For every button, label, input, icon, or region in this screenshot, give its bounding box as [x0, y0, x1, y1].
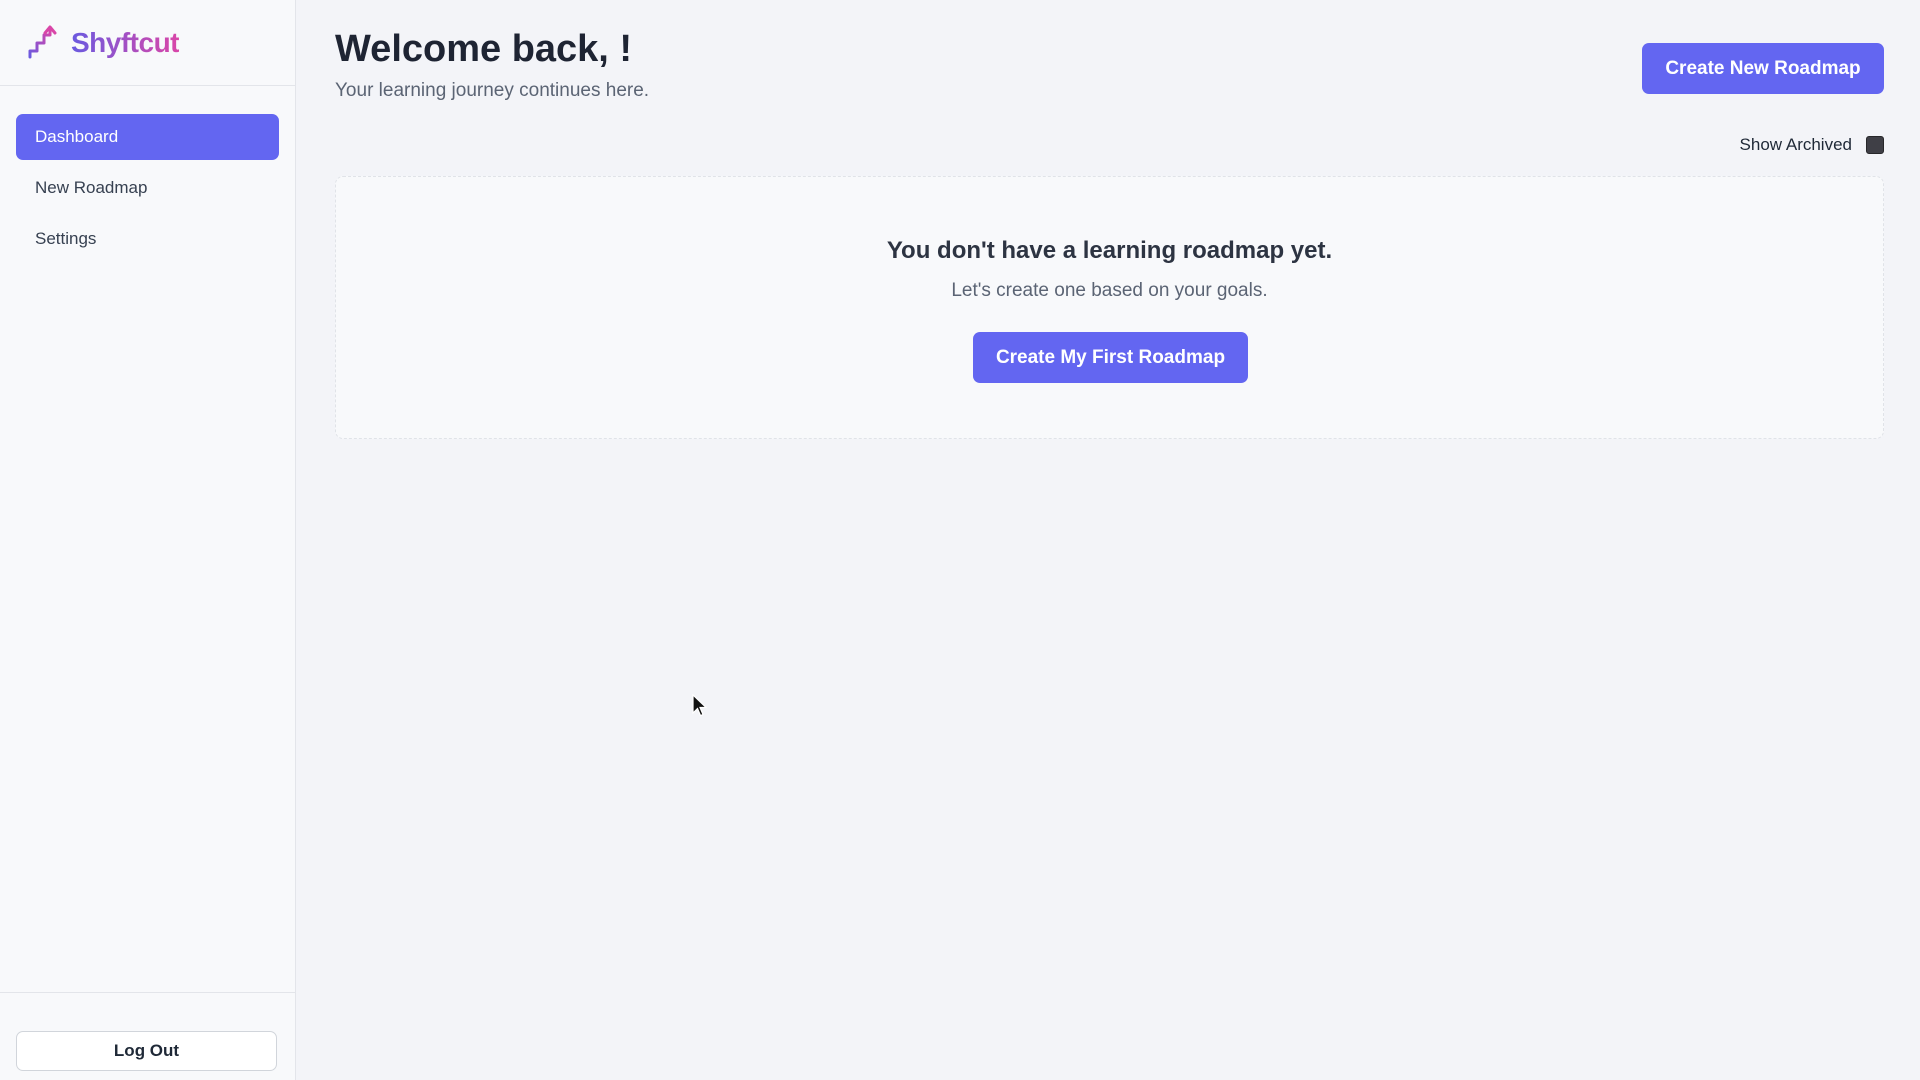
- brand-name: Shyftcut: [71, 26, 180, 58]
- sidebar: Shyftcut Dashboard New Roadmap Settings …: [0, 0, 296, 1080]
- sidebar-item-settings[interactable]: Settings: [16, 216, 279, 262]
- show-archived-checkbox[interactable]: [1866, 136, 1884, 154]
- show-archived-label: Show Archived: [1739, 135, 1852, 154]
- empty-state-title: You don't have a learning roadmap yet.: [886, 237, 1333, 264]
- main-content: Welcome back, ! Your learning journey co…: [296, 0, 1920, 1080]
- create-first-roadmap-button[interactable]: Create My First Roadmap: [973, 332, 1248, 383]
- empty-state-text: Let's create one based on your goals.: [951, 280, 1268, 301]
- stairs-arrow-icon: [28, 25, 57, 58]
- show-archived-toggle[interactable]: Show Archived: [1734, 132, 1884, 158]
- page-title: Welcome back, !: [335, 28, 633, 70]
- brand[interactable]: Shyftcut: [0, 0, 295, 86]
- mouse-cursor-icon: [692, 694, 708, 717]
- sidebar-nav: Dashboard New Roadmap Settings: [0, 86, 295, 262]
- empty-state-card: You don't have a learning roadmap yet. L…: [335, 176, 1884, 439]
- logout-button[interactable]: Log Out: [16, 1031, 277, 1071]
- create-new-roadmap-button[interactable]: Create New Roadmap: [1642, 43, 1884, 94]
- sidebar-item-new-roadmap[interactable]: New Roadmap: [16, 165, 279, 211]
- sidebar-footer: Log Out: [0, 992, 295, 1080]
- sidebar-item-dashboard[interactable]: Dashboard: [16, 114, 279, 160]
- page-subtitle: Your learning journey continues here.: [335, 80, 650, 101]
